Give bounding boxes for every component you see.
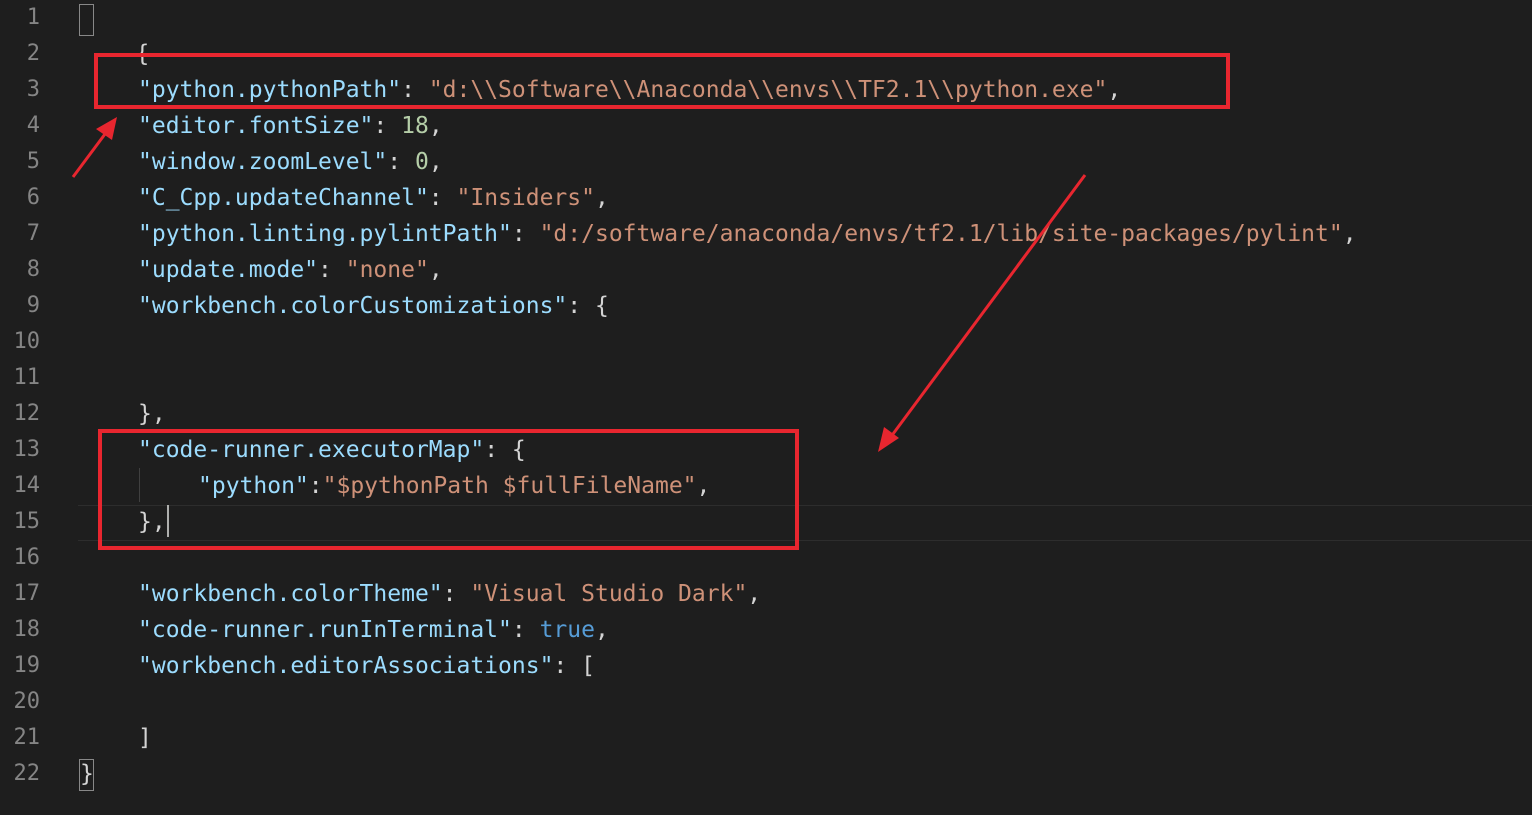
code-line-18[interactable]: "code-runner.runInTerminal": true,	[138, 612, 609, 648]
close-bracket: ]	[138, 725, 152, 751]
setting-value: 18	[401, 113, 429, 139]
open-brace: {	[594, 293, 609, 319]
open-bracket: [	[581, 653, 595, 679]
setting-key: "python.linting.pylintPath"	[138, 221, 512, 247]
setting-key: "code-runner.runInTerminal"	[138, 617, 512, 643]
line-number: 18	[13, 617, 41, 642]
line-number: 16	[13, 545, 41, 570]
line-number: 22	[13, 761, 41, 786]
line-number: 10	[13, 329, 41, 354]
code-editor[interactable]: 1 2 3 4 5 6 7 8 9 10 11 12 13 14 15 16 1…	[0, 0, 1532, 815]
close-brace: }	[80, 761, 94, 787]
colon: :	[442, 581, 471, 607]
line-number: 20	[13, 689, 41, 714]
setting-value: "none"	[345, 257, 429, 283]
setting-value: "Visual Studio Dark"	[470, 581, 748, 607]
colon: :	[428, 185, 457, 211]
code-line-22[interactable]: }	[80, 756, 94, 792]
code-line-17[interactable]: "workbench.colorTheme": "Visual Studio D…	[138, 576, 761, 612]
setting-key: "editor.fontSize"	[138, 113, 374, 139]
code-line-9[interactable]: "workbench.colorCustomizations": {	[138, 288, 609, 324]
comma: ,	[428, 149, 443, 175]
line-number: 3	[26, 77, 40, 102]
comma: ,	[428, 257, 443, 283]
setting-value: "d:/software/anaconda/envs/tf2.1/lib/sit…	[539, 221, 1343, 247]
colon: :	[553, 653, 582, 679]
close-brace: },	[138, 401, 166, 427]
setting-value: "Insiders"	[456, 185, 595, 211]
setting-key: "workbench.editorAssociations"	[138, 653, 554, 679]
line-number: 9	[26, 293, 40, 318]
code-line-21[interactable]: ]	[138, 720, 152, 756]
code-line-6[interactable]: "C_Cpp.updateChannel": "Insiders",	[138, 180, 609, 216]
line-number: 6	[26, 185, 40, 210]
line-number: 17	[13, 581, 41, 606]
colon: :	[511, 221, 540, 247]
code-line-7[interactable]: "python.linting.pylintPath": "d:/softwar…	[138, 216, 1357, 252]
code-line-5[interactable]: "window.zoomLevel": 0,	[138, 144, 443, 180]
annotation-arrow-head	[878, 427, 899, 452]
colon: :	[567, 293, 595, 319]
setting-key: "workbench.colorCustomizations"	[138, 293, 568, 319]
comma: ,	[1342, 221, 1357, 247]
code-line-1[interactable]: {	[80, 0, 149, 67]
line-number: 1	[26, 5, 40, 30]
line-number: 5	[26, 149, 40, 174]
annotation-arrow-shaft	[71, 129, 110, 178]
code-line-8[interactable]: "update.mode": "none",	[138, 252, 443, 288]
code-line-12[interactable]: },	[138, 396, 166, 432]
setting-key: "C_Cpp.updateChannel"	[138, 185, 429, 211]
comma: ,	[594, 617, 609, 643]
line-number: 4	[26, 113, 40, 138]
setting-value: 0	[414, 149, 429, 175]
comma: ,	[428, 113, 443, 139]
code-line-19[interactable]: "workbench.editorAssociations": [	[138, 648, 595, 684]
line-number: 15	[13, 509, 41, 534]
comma: ,	[594, 185, 609, 211]
line-number: 11	[13, 365, 41, 390]
annotation-arrow-head	[96, 117, 117, 140]
line-number: 2	[26, 41, 40, 66]
line-number: 12	[13, 401, 41, 426]
setting-value: true	[539, 617, 595, 643]
line-number: 7	[26, 221, 40, 246]
colon: :	[511, 617, 540, 643]
code-line-4[interactable]: "editor.fontSize": 18,	[138, 108, 443, 144]
setting-key: "workbench.colorTheme"	[138, 581, 443, 607]
comma: ,	[747, 581, 762, 607]
line-number: 13	[13, 437, 41, 462]
line-number: 14	[13, 473, 41, 498]
line-number: 19	[13, 653, 41, 678]
annotation-arrow-shaft	[888, 174, 1087, 439]
line-number: 21	[13, 725, 41, 750]
line-number: 8	[26, 257, 40, 282]
setting-key: "window.zoomLevel"	[138, 149, 388, 175]
annotation-box-python-path	[94, 53, 1230, 109]
colon: :	[387, 149, 415, 175]
colon: :	[318, 257, 346, 283]
annotation-box-executor-map	[98, 429, 799, 550]
colon: :	[373, 113, 402, 139]
setting-key: "update.mode"	[138, 257, 319, 283]
